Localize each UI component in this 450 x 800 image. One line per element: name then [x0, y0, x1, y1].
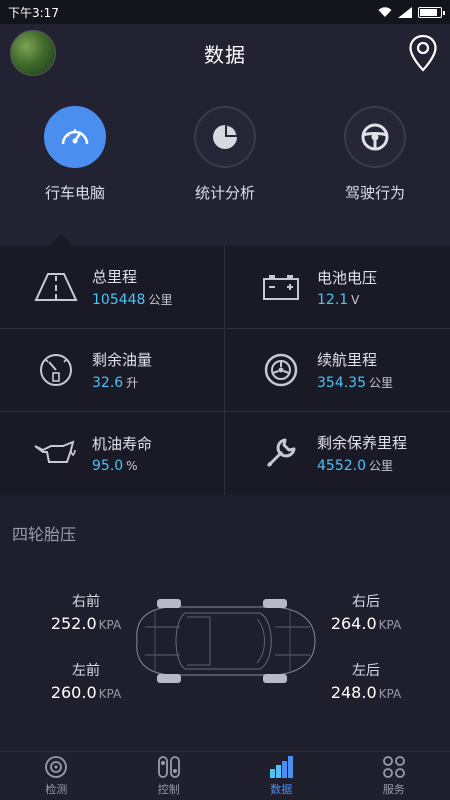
tire-position-label: 右后 — [352, 594, 380, 610]
oil-can-icon — [34, 440, 76, 463]
stat-remaining-fuel[interactable]: 剩余油量 32.6 升 — [0, 329, 224, 411]
stat-label: 总里程 — [92, 268, 138, 286]
battery-icon — [418, 6, 445, 18]
header: 数据 — [0, 24, 450, 82]
stat-value: 12.1 — [317, 291, 349, 308]
stat-unit: % — [126, 458, 138, 473]
stat-unit: 公里 — [148, 293, 173, 307]
active-tab-indicator — [49, 234, 73, 246]
tab-statistics[interactable]: 统计分析 — [160, 106, 290, 203]
wrench-icon — [266, 438, 296, 468]
nav-control[interactable]: 控制 — [113, 752, 226, 800]
section-title: 四轮胎压 — [12, 525, 77, 544]
tire-position-label: 左前 — [72, 663, 100, 679]
stat-driving-range[interactable]: 续航里程 354.35 公里 — [225, 329, 449, 411]
stat-unit: 公里 — [369, 376, 394, 390]
stat-oil-life[interactable]: 机油寿命 95.0% — [0, 412, 224, 494]
location-pin-icon[interactable] — [408, 34, 438, 72]
detect-icon — [45, 756, 68, 778]
stat-maintenance-mileage[interactable]: 剩余保养里程 4552.0 公里 — [225, 412, 449, 494]
tire-pressure-value: 264.0 — [330, 614, 377, 633]
tab-label: 行车电脑 — [44, 184, 105, 202]
tab-trip-computer[interactable]: 行车电脑 — [10, 106, 140, 203]
stat-unit: V — [351, 292, 360, 307]
tire-front-right: 右前 252.0 KPA — [46, 591, 126, 633]
tire-pressure-value: 260.0 — [50, 683, 97, 702]
nav-label: 控制 — [157, 783, 180, 796]
stat-value: 32.6 — [92, 375, 124, 391]
stat-unit: 公里 — [369, 459, 394, 473]
status-bar: 下午3:17 — [0, 0, 450, 24]
nav-service[interactable]: 服务 — [338, 752, 450, 800]
page-title: 数据 — [204, 42, 246, 67]
tire-icon — [264, 353, 298, 387]
nav-label: 服务 — [382, 783, 405, 796]
speedometer-icon — [44, 106, 106, 168]
tire-pressure-unit: KPA — [378, 687, 402, 701]
steering-wheel-icon — [344, 106, 406, 168]
tire-rear-right: 右后 264.0 KPA — [326, 591, 406, 633]
avatar[interactable] — [10, 30, 56, 76]
tire-rear-left: 左后 248.0 KPA — [326, 660, 406, 702]
stat-value: 95.0 — [92, 457, 124, 474]
tire-pressure-section: 四轮胎压 右前 252.0 KPA 右后 264.0 KPA 左前 260.0 KPA… — [0, 495, 450, 751]
tire-pressure-unit: KPA — [378, 618, 402, 632]
status-time: 下午3:17 — [8, 5, 59, 20]
signal-icon — [398, 6, 412, 18]
tire-position-label: 左后 — [352, 663, 380, 679]
stat-value: 4552.0 — [317, 458, 366, 474]
nav-data[interactable]: 数据 — [225, 752, 338, 800]
data-bars-icon — [270, 756, 294, 778]
tire-front-left: 左前 260.0 KPA — [46, 660, 126, 702]
fuel-gauge-icon — [40, 354, 72, 386]
tab-label: 统计分析 — [194, 184, 255, 202]
stat-label: 剩余保养里程 — [317, 434, 408, 452]
tire-pressure-value: 248.0 — [330, 683, 377, 702]
control-icon — [157, 756, 180, 778]
nav-label: 数据 — [270, 783, 293, 796]
stat-label: 剩余油量 — [92, 351, 153, 369]
stat-label: 机油寿命 — [92, 434, 153, 453]
stat-label: 电池电压 — [317, 268, 378, 287]
stat-value: 354.35 — [317, 375, 366, 391]
service-icon — [382, 756, 405, 778]
stats-grid: 总里程 105448 公里 电池电压 12.1 V 剩余油量 32.6 升 续航… — [0, 246, 450, 495]
nav-detect[interactable]: 检测 — [0, 752, 113, 800]
bottom-nav: 检测 控制 数据 服务 — [0, 751, 450, 800]
road-icon — [34, 273, 78, 301]
nav-label: 检测 — [45, 783, 68, 796]
stat-unit: 升 — [126, 376, 139, 390]
tire-pressure-unit: KPA — [98, 687, 122, 701]
tire-position-label: 右前 — [72, 594, 100, 610]
stat-label: 续航里程 — [317, 351, 378, 369]
pie-chart-icon — [194, 106, 256, 168]
feature-tabs: 行车电脑 统计分析 驾驶行为 — [0, 82, 450, 246]
battery-icon — [263, 275, 299, 300]
tire-pressure-value: 252.0 — [50, 614, 97, 633]
tire-pressure-unit: KPA — [98, 618, 122, 632]
stat-value: 105448 — [92, 292, 146, 308]
status-icons — [378, 6, 445, 18]
tab-driving-behavior[interactable]: 驾驶行为 — [310, 106, 440, 203]
wifi-icon — [378, 6, 392, 17]
car-wireframe-image — [136, 599, 316, 683]
tab-label: 驾驶行为 — [344, 184, 405, 202]
stat-battery-voltage[interactable]: 电池电压 12.1 V — [225, 246, 449, 328]
stat-total-mileage[interactable]: 总里程 105448 公里 — [0, 246, 224, 328]
